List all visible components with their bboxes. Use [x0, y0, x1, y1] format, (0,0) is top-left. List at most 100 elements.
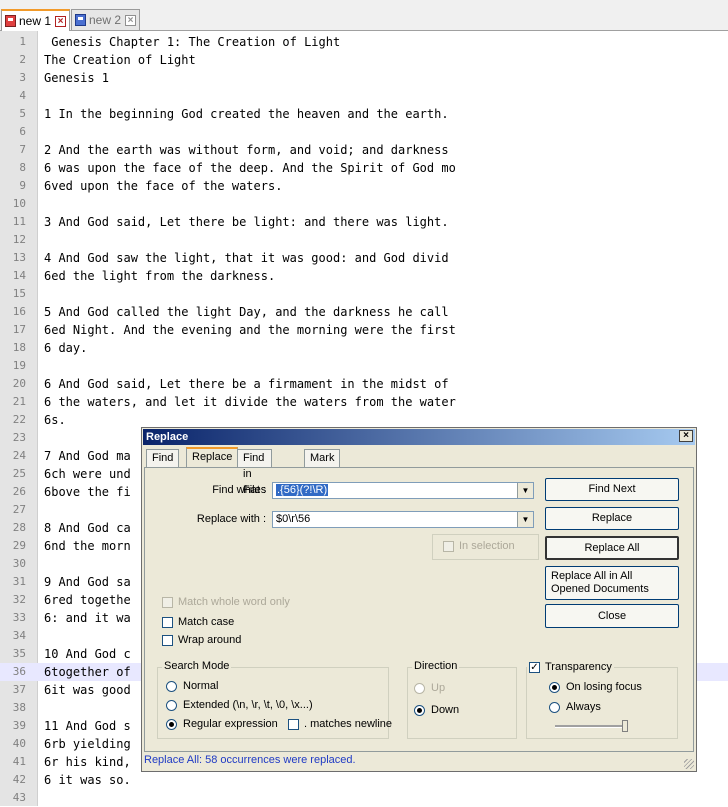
- editor-line[interactable]: 7 2 And the earth was without form, and v…: [0, 141, 728, 159]
- resize-grip-icon[interactable]: [684, 759, 694, 769]
- line-number: 13: [12, 251, 26, 264]
- tab-mark[interactable]: Mark: [304, 449, 341, 467]
- match-whole-word-checkbox[interactable]: Match whole word only: [162, 596, 290, 608]
- line-number: 36: [12, 665, 26, 678]
- line-number: 24: [12, 449, 26, 462]
- find-next-button[interactable]: Find Next: [545, 478, 679, 501]
- status-message: Replace All: 58 occurrences were replace…: [144, 754, 356, 766]
- line-number: 25: [12, 467, 26, 480]
- replace-all-opened-button[interactable]: Replace All in All Opened Documents: [545, 566, 679, 600]
- line-text: 6 the waters, and let it divide the wate…: [44, 395, 456, 409]
- always-radio[interactable]: Always: [549, 701, 601, 713]
- close-tab-icon[interactable]: ×: [55, 15, 67, 27]
- replace-button[interactable]: Replace: [545, 507, 679, 530]
- line-number: 6: [19, 125, 26, 138]
- tab-find-in-files[interactable]: Find in Files: [237, 449, 273, 496]
- chevron-down-icon[interactable]: ▼: [517, 483, 533, 498]
- line-text: 6ed Night. And the evening and the morni…: [44, 323, 456, 337]
- radio-circle: [414, 682, 425, 694]
- editor-line[interactable]: 4: [0, 87, 728, 105]
- up-radio[interactable]: Up: [414, 682, 445, 694]
- editor-line[interactable]: 16 5 And God called the light Day, and th…: [0, 303, 728, 321]
- transparency-slider-thumb[interactable]: [622, 720, 628, 732]
- editor-line[interactable]: 14 6ed the light from the darkness.: [0, 267, 728, 285]
- line-number: 31: [12, 575, 26, 588]
- line-text: 6: and it wa: [44, 611, 131, 625]
- in-selection-checkbox[interactable]: In selection: [443, 540, 515, 552]
- chevron-down-icon[interactable]: ▼: [517, 512, 533, 527]
- line-text: Genesis Chapter 1: The Creation of Light: [44, 35, 341, 49]
- line-text: 6bove the fi: [44, 485, 131, 499]
- direction-group: Direction Up Down: [407, 660, 517, 739]
- replace-with-value: $0\r\56: [276, 513, 311, 525]
- line-text: 1 In the beginning God created the heave…: [44, 107, 449, 121]
- tab-new-2[interactable]: new 2 ×: [71, 9, 141, 30]
- editor-line[interactable]: 2 The Creation of Light: [0, 51, 728, 69]
- wrap-around-label: Wrap around: [178, 634, 242, 646]
- tab-replace[interactable]: Replace: [186, 447, 239, 468]
- line-number: 20: [12, 377, 26, 390]
- line-text: 7 And God ma: [44, 449, 131, 463]
- editor-line[interactable]: 13 4 And God saw the light, that it was g…: [0, 249, 728, 267]
- transparency-checkbox[interactable]: ✓ Transparency: [527, 661, 614, 673]
- line-number: 2: [19, 53, 26, 66]
- line-number: 3: [19, 71, 26, 84]
- line-text: 6ed the light from the darkness.: [44, 269, 276, 283]
- transparency-slider-track[interactable]: [555, 725, 625, 728]
- normal-radio[interactable]: Normal: [166, 680, 218, 692]
- line-number: 19: [12, 359, 26, 372]
- replace-with-combo[interactable]: $0\r\56 ▼: [272, 511, 534, 528]
- editor-line[interactable]: 42 6 it was so.: [0, 771, 728, 789]
- editor-line[interactable]: 9 6ved upon the face of the waters.: [0, 177, 728, 195]
- editor-line[interactable]: 12: [0, 231, 728, 249]
- editor-line[interactable]: 6: [0, 123, 728, 141]
- normal-label: Normal: [183, 680, 219, 692]
- editor-line[interactable]: 21 6 the waters, and let it divide the wa…: [0, 393, 728, 411]
- dialog-title: Replace: [146, 431, 189, 443]
- checkbox-box: ✓: [529, 661, 540, 673]
- close-tab-icon[interactable]: ×: [125, 14, 137, 26]
- editor-line[interactable]: 1 Genesis Chapter 1: The Creation of Lig…: [0, 33, 728, 51]
- editor-line[interactable]: 19: [0, 357, 728, 375]
- line-text: 8 And God ca: [44, 521, 131, 535]
- line-number: 27: [12, 503, 26, 516]
- extended-radio[interactable]: Extended (\n, \r, \t, \0, \x...): [166, 699, 313, 711]
- on-losing-focus-radio[interactable]: On losing focus: [549, 681, 642, 693]
- editor-line[interactable]: 15: [0, 285, 728, 303]
- editor-line[interactable]: 11 3 And God said, Let there be light: an…: [0, 213, 728, 231]
- editor-line[interactable]: 8 6 was upon the face of the deep. And th…: [0, 159, 728, 177]
- transparency-group: ✓ Transparency On losing focus Always: [526, 661, 678, 739]
- radio-circle: [414, 704, 425, 716]
- match-case-checkbox[interactable]: Match case: [162, 616, 234, 628]
- replace-dialog: Replace × Find Replace Find in Files Mar…: [141, 427, 697, 772]
- dialog-close-icon[interactable]: ×: [679, 430, 693, 442]
- checkbox-box: [443, 540, 454, 552]
- match-case-label: Match case: [178, 616, 235, 628]
- find-what-combo[interactable]: .{56}(?!\R) ▼: [272, 482, 534, 499]
- editor-line[interactable]: 43: [0, 789, 728, 807]
- wrap-around-checkbox[interactable]: Wrap around: [162, 634, 241, 646]
- always-label: Always: [566, 701, 601, 713]
- dot-matches-newline-checkbox[interactable]: . matches newline: [288, 718, 392, 730]
- replace-tab-panel: Find what : .{56}(?!\R) ▼ Replace with :…: [144, 467, 694, 752]
- dialog-title-bar[interactable]: Replace ×: [143, 429, 695, 445]
- editor-line[interactable]: 17 6ed Night. And the evening and the mor…: [0, 321, 728, 339]
- down-radio[interactable]: Down: [414, 704, 459, 716]
- line-text: 6it was good: [44, 683, 131, 697]
- tab-label: new 1: [19, 14, 52, 28]
- editor-line[interactable]: 5 1 In the beginning God created the heav…: [0, 105, 728, 123]
- line-text: 2 And the earth was without form, and vo…: [44, 143, 449, 157]
- editor-line[interactable]: 20 6 And God said, Let there be a firmame…: [0, 375, 728, 393]
- editor-line[interactable]: 18 6 day.: [0, 339, 728, 357]
- radio-circle: [549, 681, 560, 693]
- regex-radio[interactable]: Regular expression: [166, 718, 278, 730]
- close-button[interactable]: Close: [545, 604, 679, 628]
- editor-line[interactable]: 10: [0, 195, 728, 213]
- editor-line[interactable]: 3 Genesis 1: [0, 69, 728, 87]
- line-number: 30: [12, 557, 26, 570]
- tab-find[interactable]: Find: [146, 449, 180, 467]
- line-number: 14: [12, 269, 26, 282]
- tab-new-1[interactable]: new 1 ×: [1, 9, 71, 31]
- replace-all-button[interactable]: Replace All: [545, 536, 679, 560]
- line-number: 43: [12, 791, 26, 804]
